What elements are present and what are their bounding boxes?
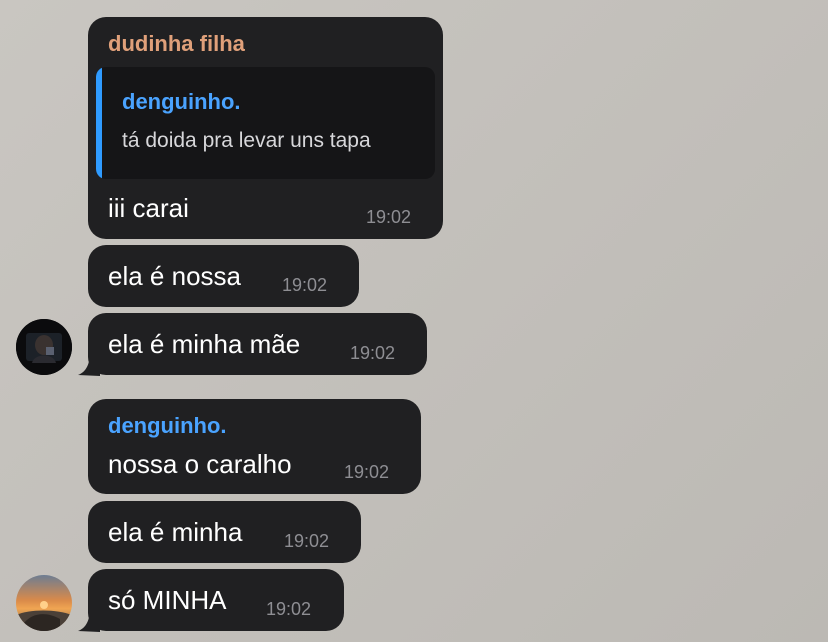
message-bubble[interactable]: só MINHA 19:02 [88, 569, 344, 631]
avatar-image [16, 575, 72, 631]
message-text: ela é minha mãe [108, 329, 301, 359]
reply-sender-name: denguinho. [122, 89, 241, 114]
message-timestamp: 19:02 [350, 343, 396, 363]
message-timestamp: 19:02 [266, 599, 312, 619]
message-bubble[interactable]: denguinho. nossa o caralho 19:02 [88, 399, 421, 494]
message-text: ela é nossa [108, 261, 241, 291]
message-timestamp: 19:02 [284, 531, 330, 551]
sender-name[interactable]: denguinho. [108, 413, 227, 439]
reply-text: tá doida pra levar uns tapa [122, 129, 371, 152]
avatar[interactable] [16, 319, 72, 375]
bubble-tail [78, 352, 100, 376]
message-bubble[interactable]: ela é minha 19:02 [88, 501, 361, 563]
message-timestamp: 19:02 [344, 462, 390, 482]
message-text: iii carai [108, 193, 189, 223]
reply-accent-bar [96, 67, 102, 179]
avatar-image [16, 319, 72, 375]
sender-name[interactable]: dudinha filha [108, 31, 245, 57]
message-text: ela é minha [108, 517, 243, 547]
message-bubble[interactable]: ela é minha mãe 19:02 [88, 313, 427, 375]
message-text: nossa o caralho [108, 449, 292, 479]
avatar[interactable] [16, 575, 72, 631]
bubble-tail [78, 608, 100, 632]
reply-quote[interactable]: denguinho. tá doida pra levar uns tapa [96, 67, 435, 179]
message-timestamp: 19:02 [282, 275, 328, 295]
message-text: só MINHA [108, 585, 227, 615]
message-bubble[interactable]: dudinha filha denguinho. tá doida pra le… [88, 17, 443, 239]
message-bubble[interactable]: ela é nossa 19:02 [88, 245, 359, 307]
message-timestamp: 19:02 [366, 207, 412, 227]
